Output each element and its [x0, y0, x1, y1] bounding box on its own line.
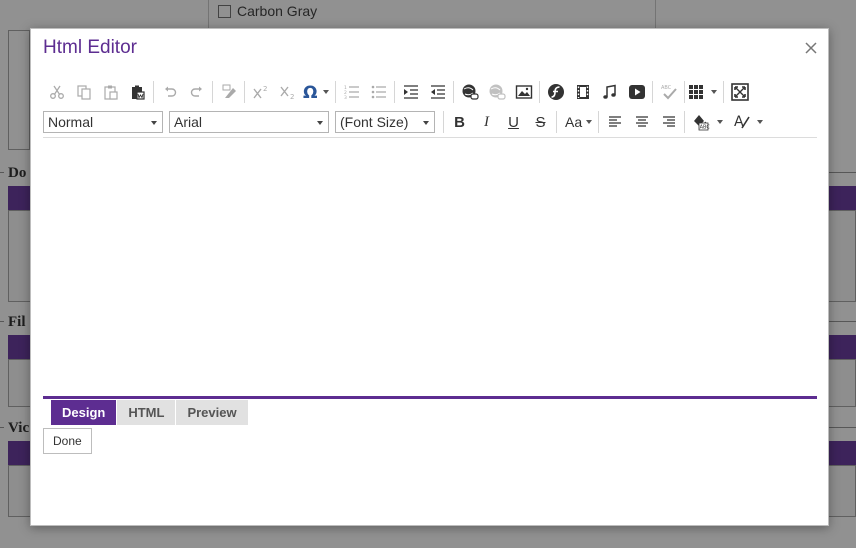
paste-icon[interactable]: [97, 80, 124, 104]
chevron-down-icon: [586, 120, 593, 124]
toolbar-separator: [443, 111, 444, 133]
toolbar-separator: [212, 81, 213, 103]
paragraph-style-value: Normal: [48, 114, 94, 130]
strikethrough-button[interactable]: S: [527, 110, 554, 134]
chevron-down-icon: [323, 90, 329, 94]
remove-link-icon[interactable]: [483, 80, 510, 104]
align-left-icon[interactable]: [601, 110, 628, 134]
format-stripper-icon[interactable]: [215, 80, 242, 104]
svg-text:ABC: ABC: [700, 125, 711, 131]
spellcheck-icon[interactable]: ABC: [655, 80, 682, 104]
font-size-dropdown[interactable]: (Font Size): [335, 111, 435, 133]
subscript-icon[interactable]: 2: [274, 80, 301, 104]
font-size-value: (Font Size): [340, 114, 409, 130]
superscript-icon[interactable]: 2: [247, 80, 274, 104]
toolbar-separator: [652, 81, 653, 103]
chevron-down-icon: [423, 121, 429, 125]
audio-icon[interactable]: [596, 80, 623, 104]
svg-text:2: 2: [263, 85, 267, 93]
video-icon[interactable]: [623, 80, 650, 104]
editor-mode-tabs: Design HTML Preview: [51, 400, 249, 425]
toolbar-separator: [335, 81, 336, 103]
html-editor-dialog: Html Editor 2 2 Ω 1 2 3 ABC Normal Arial…: [30, 28, 829, 526]
close-icon[interactable]: [804, 41, 818, 55]
editor-bottom-rule: [43, 396, 817, 399]
insert-table-icon[interactable]: [687, 80, 721, 104]
svg-text:2: 2: [290, 93, 294, 100]
chevron-down-icon: [717, 120, 724, 124]
chevron-down-icon: [151, 121, 157, 125]
font-name-value: Arial: [174, 114, 203, 130]
toolbar-separator: [539, 81, 540, 103]
dialog-title: Html Editor: [43, 37, 137, 58]
font-name-dropdown[interactable]: Arial: [169, 111, 329, 133]
tab-html[interactable]: HTML: [117, 400, 176, 425]
paste-from-word-icon[interactable]: [124, 80, 151, 104]
toolbar-separator: [684, 81, 685, 103]
image-manager-icon[interactable]: [510, 80, 537, 104]
underline-button[interactable]: U: [500, 110, 527, 134]
chevron-down-icon: [317, 121, 323, 125]
toolbar-divider: [43, 137, 817, 138]
svg-text:ABC: ABC: [661, 85, 672, 91]
toolbar-separator: [556, 111, 557, 133]
toolbar-separator: [153, 81, 154, 103]
tab-design[interactable]: Design: [51, 400, 117, 425]
redo-icon[interactable]: [183, 80, 210, 104]
indent-icon[interactable]: [397, 80, 424, 104]
media-manager-icon[interactable]: [569, 80, 596, 104]
editor-content-area[interactable]: [43, 139, 817, 395]
italic-button[interactable]: I: [473, 110, 500, 134]
paragraph-style-dropdown[interactable]: Normal: [43, 111, 163, 133]
copy-icon[interactable]: [70, 80, 97, 104]
convert-case-dropdown[interactable]: Aa: [559, 110, 596, 134]
undo-icon[interactable]: [156, 80, 183, 104]
tab-preview[interactable]: Preview: [176, 400, 248, 425]
toolbar-separator: [244, 81, 245, 103]
align-right-icon[interactable]: [655, 110, 682, 134]
fullscreen-icon[interactable]: [726, 80, 753, 104]
toolbar-row-2: Normal Arial (Font Size) B I U S Aa ABC …: [43, 109, 767, 135]
chevron-down-icon: [711, 90, 717, 94]
toolbar-row-1: 2 2 Ω 123 ABC: [43, 79, 753, 105]
toolbar-separator: [453, 81, 454, 103]
svg-text:3: 3: [344, 95, 347, 100]
insert-symbol-icon[interactable]: Ω: [301, 80, 333, 104]
bullet-list-icon[interactable]: [365, 80, 392, 104]
bold-button[interactable]: B: [446, 110, 473, 134]
numbered-list-icon[interactable]: 123: [338, 80, 365, 104]
flash-manager-icon[interactable]: [542, 80, 569, 104]
done-button[interactable]: Done: [43, 428, 92, 454]
hyperlink-manager-icon[interactable]: [456, 80, 483, 104]
cut-icon[interactable]: [43, 80, 70, 104]
toolbar-separator: [394, 81, 395, 103]
align-center-icon[interactable]: [628, 110, 655, 134]
background-color-dropdown[interactable]: ABC: [687, 110, 727, 134]
case-label: Aa: [565, 114, 583, 130]
toolbar-separator: [723, 81, 724, 103]
toolbar-separator: [684, 111, 686, 133]
foreground-color-dropdown[interactable]: A: [727, 110, 767, 134]
outdent-icon[interactable]: [424, 80, 451, 104]
svg-text:Ω: Ω: [303, 83, 317, 101]
chevron-down-icon: [757, 120, 764, 124]
toolbar-separator: [598, 111, 600, 133]
